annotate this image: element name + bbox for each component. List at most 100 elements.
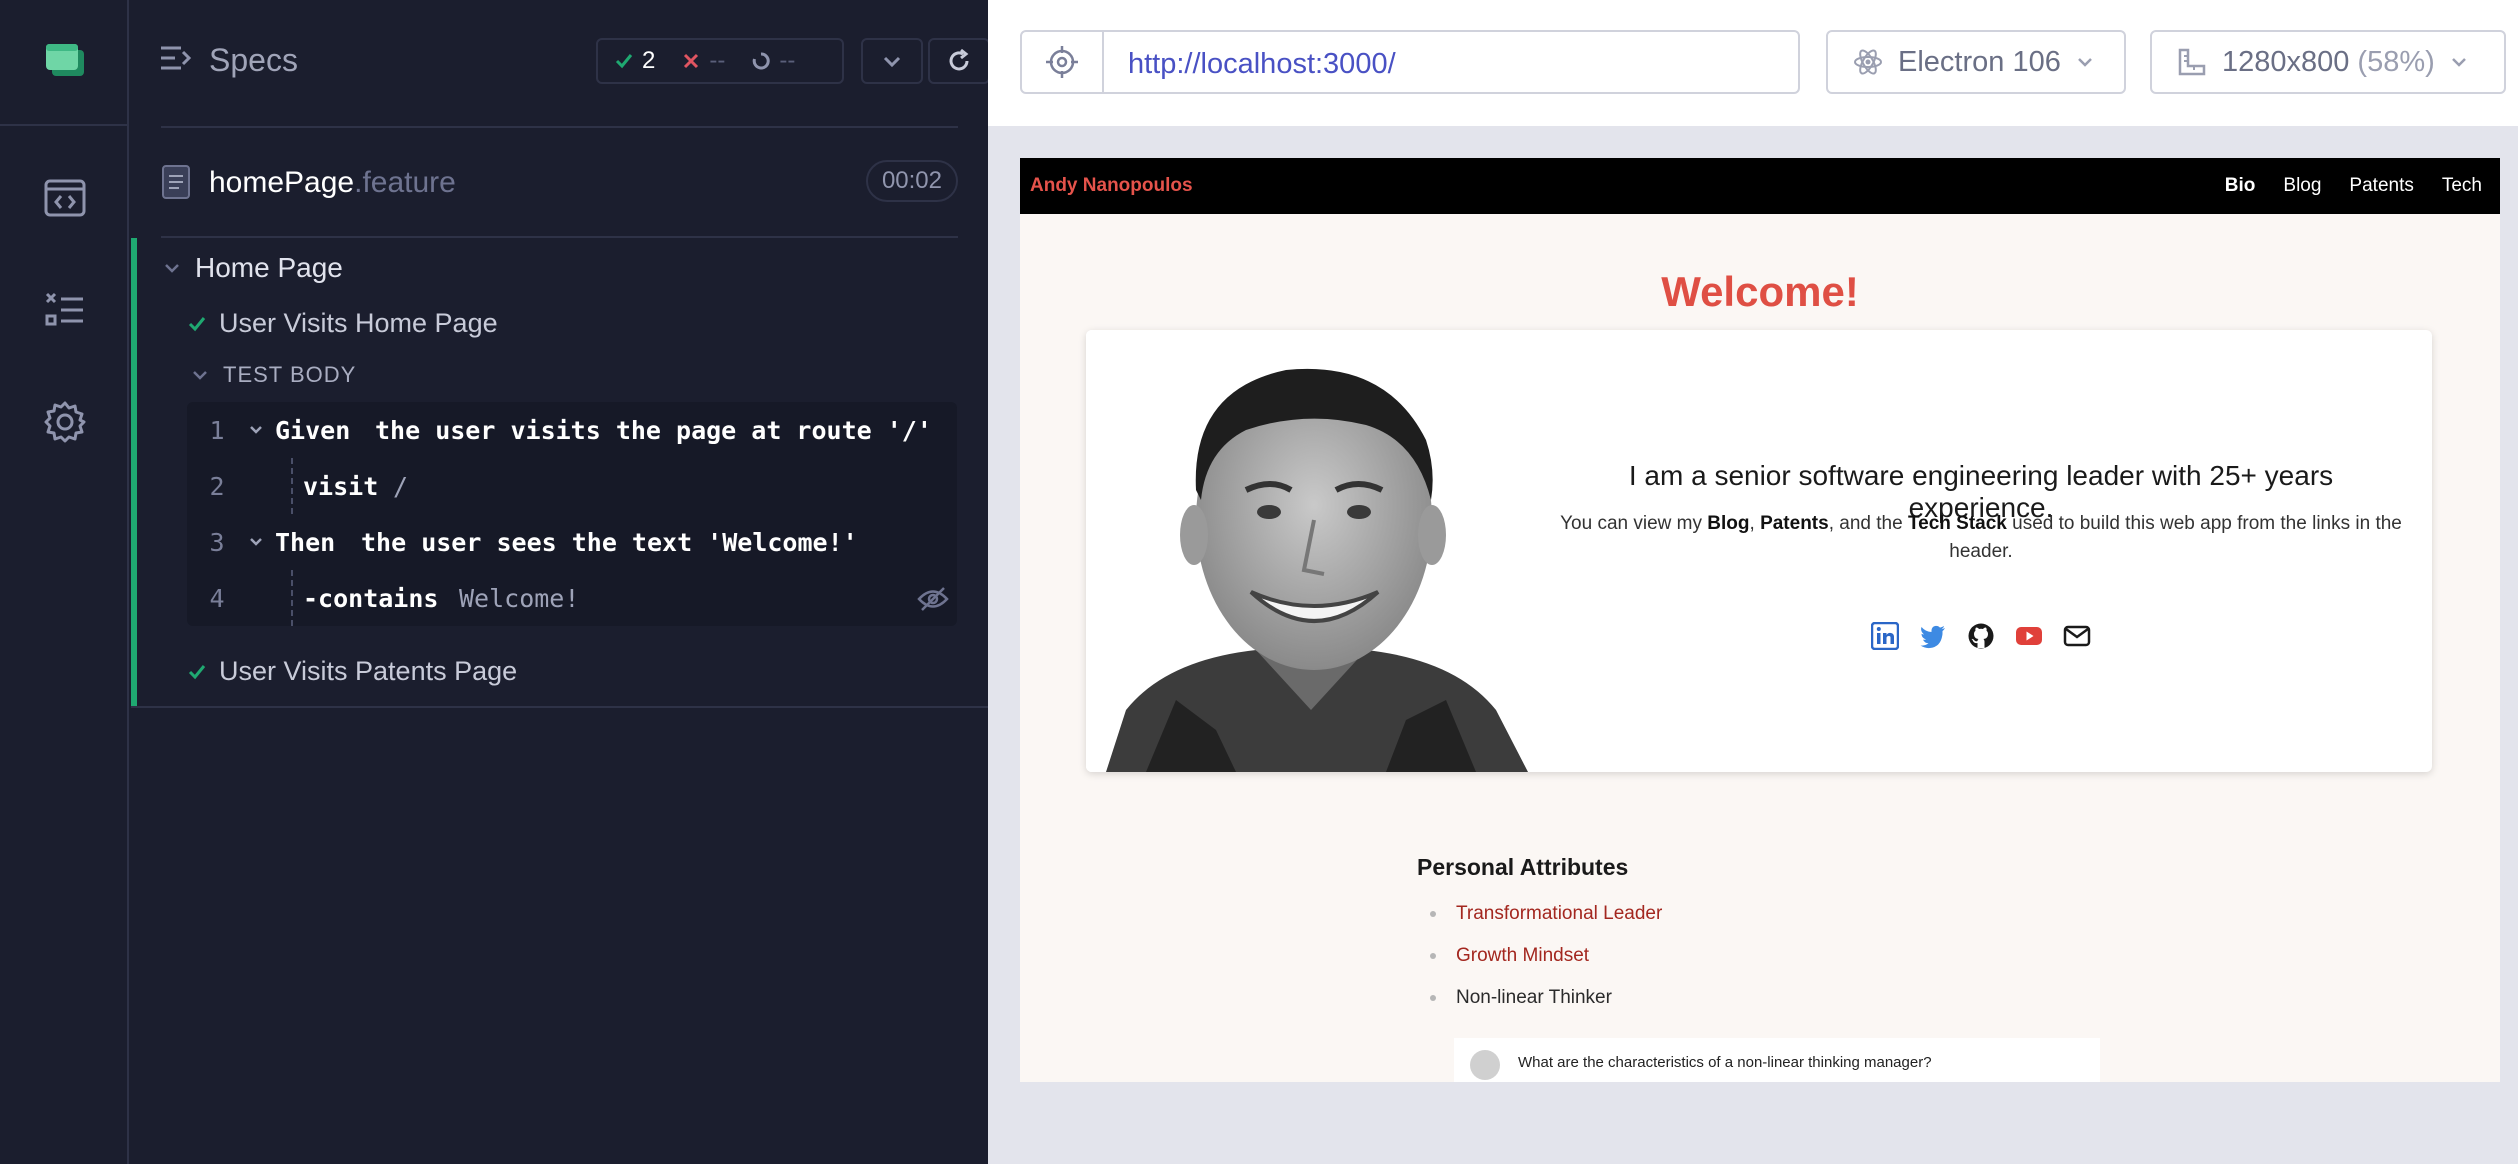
aut-iframe: Andy Nanopoulos Bio Blog Patents Tech We… (1020, 158, 2500, 1082)
suite-status-bar (131, 238, 137, 708)
specs-list-icon[interactable] (43, 288, 87, 332)
attribute-transformational-leader[interactable]: Transformational Leader (1430, 900, 1662, 942)
pending-spinner-icon (753, 52, 771, 70)
chevron-down-icon (2451, 58, 2466, 67)
bio-description: You can view my Blog, Patents, and the T… (1556, 510, 2406, 566)
nav-link-tech[interactable]: Tech (2442, 175, 2482, 197)
passed-count: 2 (642, 47, 656, 74)
stat-passed: 2 (614, 47, 655, 75)
reporter-header: Specs 2 -- -- (161, 30, 990, 84)
line-number: 4 (209, 583, 225, 613)
attribute-non-linear-thinker: Non-linear Thinker (1430, 984, 1662, 1026)
command-text: the user visits the page at route '/' (375, 415, 932, 445)
chevron-down-icon (193, 371, 207, 380)
desc-blog: Blog (1707, 513, 1750, 534)
check-icon (188, 316, 206, 331)
viewport-select[interactable]: 1280x800 (58%) (2150, 30, 2506, 94)
chevron-down-icon (250, 538, 262, 546)
spec-file-name[interactable]: homePage.feature (209, 166, 456, 200)
check-icon (188, 664, 206, 679)
command-log: 1 Given the user visits the page at rout… (187, 402, 957, 626)
twitter-icon[interactable] (1919, 622, 1947, 650)
site-brand[interactable]: Andy Nanopoulos (1030, 175, 1193, 197)
document-icon (162, 165, 190, 199)
suite-title: Home Page (195, 252, 343, 283)
chat-embed: What are the characteristics of a non-li… (1454, 1038, 2100, 1082)
command-row-contains[interactable]: 4 -contains Welcome! (187, 570, 957, 626)
refresh-icon (949, 48, 969, 71)
test-body-label: TEST BODY (223, 362, 357, 387)
chevron-down-icon (165, 264, 179, 273)
suite-home-page: Home Page User Visits Home Page TEST BOD… (131, 238, 988, 708)
desc-patents: Patents (1760, 513, 1829, 534)
rerun-button[interactable] (928, 38, 990, 84)
url-text[interactable]: http://localhost:3000/ (1128, 48, 1396, 81)
avatar (1470, 1050, 1500, 1080)
viewport-size: 1280x800 (2222, 45, 2350, 78)
email-icon[interactable] (2063, 622, 2091, 650)
line-number: 1 (209, 415, 225, 445)
command-row-then[interactable]: 3 Then the user sees the text 'Welcome!' (187, 514, 957, 570)
command-row-visit[interactable]: 2 visit / (187, 458, 957, 514)
command-arg: Welcome! (459, 583, 580, 613)
desc-tech-stack: Tech Stack (1907, 513, 2007, 534)
test-row-patents[interactable]: User Visits Patents Page (187, 656, 517, 687)
app-preview: http://localhost:3000/ Electron 106 1280… (988, 0, 2518, 1164)
chevron-down-icon (883, 56, 901, 68)
stat-pending: -- (751, 47, 795, 75)
test-title: User Visits Patents Page (219, 656, 518, 686)
command-keyword: -contains (303, 583, 439, 613)
line-number: 3 (209, 527, 225, 557)
electron-icon (1854, 49, 1882, 75)
reporter-panel: Specs 2 -- -- homePage.feature 00:02 Hom… (131, 0, 990, 1164)
nav-link-blog[interactable]: Blog (2283, 175, 2321, 197)
command-text: the user sees the text 'Welcome!' (361, 527, 858, 557)
command-arg: / (393, 471, 409, 501)
stat-failed: -- (681, 47, 725, 75)
settings-gear-icon[interactable] (43, 400, 87, 444)
specs-title[interactable]: Specs (209, 42, 298, 79)
selector-playground-button[interactable] (1022, 32, 1104, 92)
line-number: 2 (209, 471, 225, 501)
attribute-growth-mindset[interactable]: Growth Mindset (1430, 942, 1662, 984)
welcome-heading: Welcome! (1661, 268, 1859, 315)
nav-link-bio[interactable]: Bio (2225, 175, 2256, 197)
runs-icon[interactable] (43, 176, 87, 220)
crosshair-icon (1046, 46, 1078, 78)
suite-title-row[interactable]: Home Page (161, 252, 343, 284)
portrait-photo (1086, 330, 1528, 772)
command-keyword: Then (275, 527, 336, 557)
browser-label: Electron 106 (1898, 45, 2061, 78)
command-row-given[interactable]: 1 Given the user visits the page at rout… (187, 402, 957, 458)
failed-count: -- (709, 47, 726, 74)
desc-text: used to build this web app from the link… (1949, 513, 2402, 562)
command-keyword: visit (303, 471, 379, 501)
attribute-list: Transformational Leader Growth Mindset N… (1430, 900, 1662, 1026)
browser-select[interactable]: Electron 106 (1826, 30, 2126, 94)
test-stats: 2 -- -- (596, 38, 844, 84)
nav-link-patents[interactable]: Patents (2349, 175, 2413, 197)
test-row-home[interactable]: User Visits Home Page (187, 308, 498, 339)
youtube-icon[interactable] (2015, 622, 2043, 650)
spec-basename: homePage (209, 166, 355, 199)
url-bar[interactable]: http://localhost:3000/ (1020, 30, 1800, 94)
linkedin-icon[interactable] (1871, 622, 1899, 650)
ruler-icon (2178, 48, 2206, 76)
rail-divider (0, 124, 127, 126)
x-icon (684, 53, 699, 69)
cypress-runner: Specs 2 -- -- homePage.feature 00:02 Hom… (0, 0, 2518, 1164)
collapse-all-button[interactable] (861, 38, 923, 84)
spec-duration: 00:02 (865, 160, 958, 202)
github-icon[interactable] (1967, 622, 1995, 650)
cypress-logo-icon[interactable] (46, 42, 86, 78)
command-keyword: Given (275, 415, 351, 445)
test-body-toggle[interactable]: TEST BODY (189, 362, 356, 388)
nav-rail (0, 0, 129, 1164)
social-links (1556, 622, 2406, 650)
preview-toolbar: http://localhost:3000/ Electron 106 1280… (988, 0, 2518, 126)
eye-hidden-icon[interactable] (917, 586, 949, 612)
specs-menu-icon[interactable] (161, 44, 193, 72)
chevron-down-icon (2077, 58, 2092, 67)
site-nav-links: Bio Blog Patents Tech (2225, 175, 2482, 197)
header-divider (161, 126, 958, 128)
